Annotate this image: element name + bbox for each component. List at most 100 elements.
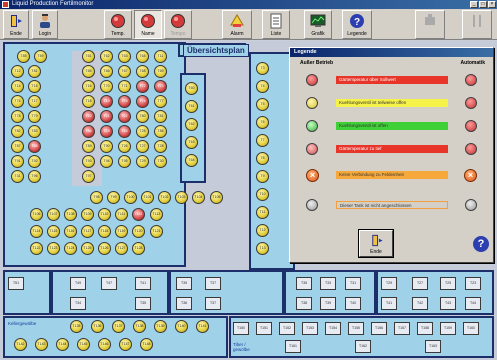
tank-marker[interactable]: T15	[28, 80, 41, 93]
tank-marker[interactable]: T7	[256, 134, 269, 147]
tank-square[interactable]: T27	[412, 277, 428, 290]
tank-marker[interactable]: T98	[90, 191, 103, 204]
tank-square[interactable]: T40	[345, 297, 361, 310]
tank-square[interactable]: T152	[279, 322, 295, 335]
tank-marker[interactable]: T136	[91, 320, 104, 333]
tank-marker[interactable]: T112	[132, 208, 145, 221]
tank-marker[interactable]: T26	[118, 140, 131, 153]
tank-marker[interactable]: T139	[154, 320, 167, 333]
tank-marker[interactable]: T63	[118, 50, 131, 63]
temp-button[interactable]: Temp.	[104, 10, 132, 39]
tank-marker[interactable]: T23	[100, 125, 113, 138]
tank-square[interactable]: T38	[296, 297, 312, 310]
tank-marker[interactable]: T29	[136, 155, 149, 168]
close-button[interactable]: ×	[488, 1, 496, 8]
tank-marker[interactable]: T30	[154, 155, 167, 168]
tank-marker[interactable]: T126	[98, 242, 111, 255]
tank-marker[interactable]: T88	[28, 140, 41, 153]
tank-marker[interactable]: T73	[154, 80, 167, 93]
tank-marker[interactable]: T128	[132, 242, 145, 255]
tank-marker[interactable]: T75	[118, 95, 131, 108]
tank-marker[interactable]: T12	[256, 224, 269, 237]
tank-marker[interactable]: T63	[185, 136, 198, 149]
tank-square[interactable]: T157	[394, 322, 410, 335]
tank-marker[interactable]: T61	[185, 100, 198, 113]
tank-square[interactable]: T42	[412, 297, 428, 310]
tank-marker[interactable]: T102	[158, 191, 171, 204]
tank-square[interactable]: T23	[465, 277, 481, 290]
tank-marker[interactable]: T70	[100, 80, 113, 93]
legend-ende-button[interactable]: Ende	[358, 229, 394, 258]
tank-square[interactable]: T41	[135, 277, 151, 290]
tank-marker[interactable]: T59	[34, 50, 47, 63]
tank-marker[interactable]: T25	[136, 125, 149, 138]
tank-marker[interactable]: T83	[28, 125, 41, 138]
tank-marker[interactable]: T140	[175, 320, 188, 333]
tank-square[interactable]: T155	[348, 322, 364, 335]
ende-button[interactable]: Ende	[3, 10, 29, 39]
tank-square[interactable]: T44	[465, 297, 481, 310]
tank-marker[interactable]: T127	[115, 242, 128, 255]
tank-marker[interactable]: T86	[154, 125, 167, 138]
tank-square[interactable]: T156	[371, 322, 387, 335]
tank-marker[interactable]: T8	[256, 152, 269, 165]
tank-marker[interactable]: T95	[118, 155, 131, 168]
tank-marker[interactable]: T20	[82, 110, 95, 123]
tank-marker[interactable]: T137	[112, 320, 125, 333]
tank-square[interactable]: T34	[70, 297, 86, 310]
tank-marker[interactable]: T91	[11, 155, 24, 168]
tank-square[interactable]: T35	[135, 297, 151, 310]
tank-square[interactable]: T154	[325, 322, 341, 335]
tank-marker[interactable]: T6	[256, 116, 269, 129]
tank-marker[interactable]: T135	[70, 320, 83, 333]
tank-marker[interactable]: T81	[154, 110, 167, 123]
tank-marker[interactable]: T107	[47, 208, 60, 221]
tank-marker[interactable]: T69	[154, 65, 167, 78]
tank-square[interactable]: T33	[320, 277, 336, 290]
tank-marker[interactable]: T138	[133, 320, 146, 333]
tank-square[interactable]: T51	[8, 277, 24, 290]
alarm-button[interactable]: Alarm	[222, 10, 252, 39]
tank-marker[interactable]: T121	[150, 225, 163, 238]
tank-square[interactable]: T37	[205, 277, 221, 290]
tank-marker[interactable]: T64	[185, 154, 198, 167]
tank-marker[interactable]: T77	[154, 95, 167, 108]
tank-marker[interactable]: T71	[118, 80, 131, 93]
tank-marker[interactable]: T114	[30, 225, 43, 238]
grafik-button[interactable]: Grafik	[304, 10, 332, 39]
tank-marker[interactable]: T147	[119, 338, 132, 351]
tank-square[interactable]: T159	[440, 322, 456, 335]
tank-marker[interactable]: T96	[28, 170, 41, 183]
tank-marker[interactable]: T142	[14, 338, 27, 351]
tank-marker[interactable]: T80	[136, 110, 149, 123]
minimize-button[interactable]: _	[470, 1, 478, 8]
tank-marker[interactable]: T89	[82, 140, 95, 153]
legende-button[interactable]: ? Legende	[342, 10, 372, 39]
tank-square[interactable]: T36	[176, 297, 192, 310]
tank-marker[interactable]: T87	[11, 140, 24, 153]
tank-marker[interactable]: T61	[82, 50, 95, 63]
tank-square[interactable]: T151	[256, 322, 272, 335]
tank-marker[interactable]: T125	[81, 242, 94, 255]
tank-marker[interactable]: T18	[82, 95, 95, 108]
tank-square[interactable]: T158	[417, 322, 433, 335]
tank-square[interactable]: T153	[302, 322, 318, 335]
tank-marker[interactable]: T84	[82, 125, 95, 138]
tank-marker[interactable]: T5	[256, 98, 269, 111]
tank-marker[interactable]: T148	[140, 338, 153, 351]
tank-marker[interactable]: T10	[256, 188, 269, 201]
tank-square[interactable]: T31	[345, 277, 361, 290]
tank-marker[interactable]: T65	[82, 65, 95, 78]
tank-square[interactable]: T25	[440, 277, 456, 290]
tank-marker[interactable]: T11	[154, 50, 167, 63]
tank-marker[interactable]: T93	[82, 155, 95, 168]
tank-square[interactable]: T160	[463, 322, 479, 335]
tank-square[interactable]: T162	[355, 340, 371, 353]
legend-help-button[interactable]: ?	[473, 236, 489, 252]
tank-marker[interactable]: T120	[132, 225, 145, 238]
tank-marker[interactable]: T101	[141, 191, 154, 204]
tank-square[interactable]: T161	[285, 340, 301, 353]
tank-marker[interactable]: T146	[98, 338, 111, 351]
tank-marker[interactable]: T117	[81, 225, 94, 238]
tank-marker[interactable]: T122	[30, 242, 43, 255]
